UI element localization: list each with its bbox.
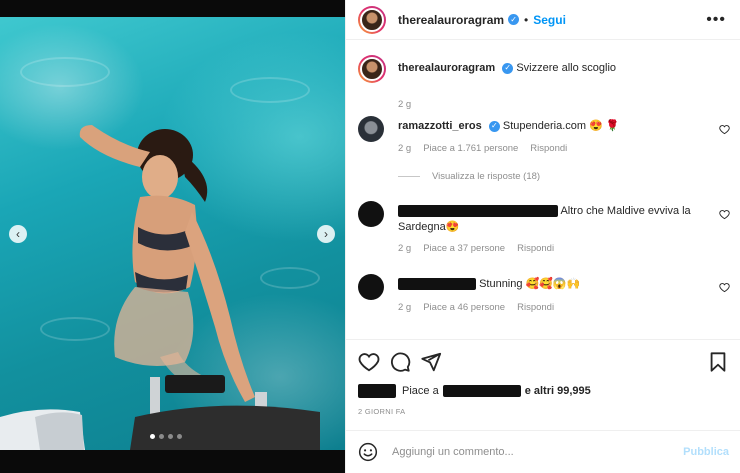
- comment-age: 2 g: [398, 143, 412, 154]
- view-replies-label: Visualizza le risposte (18): [432, 171, 541, 182]
- caption-text-line: therealauroragram ✓ Svizzere allo scogli…: [398, 60, 698, 76]
- comment-meta: 2 g Piace a 46 persone Rispondi: [398, 302, 554, 313]
- redacted-username: [398, 205, 558, 218]
- carousel-next-button[interactable]: ›: [317, 225, 335, 243]
- carousel-dot: [159, 434, 164, 439]
- comment-like-heart-icon[interactable]: [719, 209, 730, 220]
- author-avatar[interactable]: [358, 5, 386, 34]
- redacted-username: [398, 278, 476, 291]
- comment-text-line: ramazzotti_eros ✓ Stupenderia.com 😍 🌹: [398, 118, 698, 134]
- carousel-dot: [177, 434, 182, 439]
- comment-item: Altro che Maldive evviva la Sardegna😍 2 …: [358, 201, 730, 261]
- caption: therealauroragram ✓ Svizzere allo scogli…: [358, 55, 730, 110]
- reply-button[interactable]: Rispondi: [517, 243, 554, 254]
- verified-badge-icon: ✓: [508, 14, 520, 25]
- comment-input[interactable]: [392, 446, 672, 458]
- comment-avatar-redacted[interactable]: [358, 274, 384, 300]
- caption-age: 2 g: [398, 99, 412, 110]
- carousel-dot: [150, 434, 155, 439]
- share-send-icon[interactable]: [420, 351, 442, 373]
- save-bookmark-icon[interactable]: [707, 351, 729, 373]
- more-options-icon[interactable]: •••: [706, 12, 726, 28]
- comment-bubble-icon[interactable]: [389, 351, 411, 373]
- likes-suffix[interactable]: e altri 99,995: [525, 385, 591, 397]
- comment-like-heart-icon[interactable]: [719, 124, 730, 135]
- caption-meta: 2 g: [398, 99, 411, 110]
- view-replies-button[interactable]: Visualizza le risposte (18): [398, 171, 540, 182]
- redacted-liker-name: [442, 385, 521, 397]
- comment-avatar-redacted[interactable]: [358, 201, 384, 227]
- comments-list[interactable]: therealauroragram ✓ Svizzere allo scogli…: [346, 41, 740, 339]
- comment-text-line: Altro che Maldive evviva la Sardegna😍: [398, 203, 698, 235]
- redacted-liker-avatar: [358, 384, 396, 398]
- comment-text-line: Stunning 🥰🥰😱🙌: [398, 276, 698, 292]
- comment-item: Stunning 🥰🥰😱🙌 2 g Piace a 46 persone Ris…: [358, 274, 730, 334]
- comment-text: Stupenderia.com 😍 🌹: [502, 120, 620, 132]
- post-media: ‹ ›: [0, 0, 345, 473]
- comment-age: 2 g: [398, 243, 412, 254]
- carousel-prev-button[interactable]: ‹: [9, 225, 27, 243]
- post-date: 2 GIORNI FA: [358, 407, 406, 416]
- like-heart-icon[interactable]: [358, 351, 380, 373]
- comment-likes-count[interactable]: Piace a 46 persone: [423, 302, 505, 313]
- post-photo: [0, 17, 345, 450]
- verified-badge-icon: ✓: [488, 120, 500, 132]
- comment-age: 2 g: [398, 302, 412, 313]
- likes-summary[interactable]: Piace a e altri 99,995: [358, 384, 591, 398]
- comment-avatar[interactable]: [358, 116, 384, 142]
- carousel-dot: [168, 434, 173, 439]
- carousel-dots: [150, 434, 182, 439]
- post-header: therealauroragram ✓ • Segui •••: [346, 0, 740, 40]
- separator-bullet: •: [524, 12, 529, 27]
- add-comment-bar: Pubblica: [346, 430, 740, 473]
- swimmer-illustration: [0, 125, 320, 450]
- author-username[interactable]: therealauroragram: [398, 13, 504, 27]
- emoji-smiley-icon[interactable]: [358, 442, 378, 462]
- reply-button[interactable]: Rispondi: [530, 143, 567, 154]
- caption-text: Svizzere allo scoglio: [516, 62, 616, 74]
- comment-text: Stunning 🥰🥰😱🙌: [479, 278, 581, 290]
- caption-username[interactable]: therealauroragram: [398, 62, 495, 74]
- replies-divider-line: [398, 176, 420, 177]
- post-panel: therealauroragram ✓ • Segui ••• thereala…: [345, 0, 740, 473]
- comment-meta: 2 g Piace a 1.761 persone Rispondi: [398, 143, 567, 154]
- post-actions-bar: [346, 339, 740, 381]
- comment-likes-count[interactable]: Piace a 1.761 persone: [423, 143, 518, 154]
- reply-button[interactable]: Rispondi: [517, 302, 554, 313]
- comment-like-heart-icon[interactable]: [719, 282, 730, 293]
- comment-item: ramazzotti_eros ✓ Stupenderia.com 😍 🌹 2 …: [358, 116, 730, 176]
- caption-avatar[interactable]: [358, 55, 386, 83]
- comment-username[interactable]: ramazzotti_eros: [398, 120, 482, 132]
- follow-button[interactable]: Segui: [533, 13, 566, 27]
- comment-likes-count[interactable]: Piace a 37 persone: [423, 243, 505, 254]
- likes-prefix: Piace a: [402, 385, 439, 397]
- publish-button[interactable]: Pubblica: [683, 446, 729, 458]
- verified-badge-icon: ✓: [502, 62, 514, 74]
- comment-meta: 2 g Piace a 37 persone Rispondi: [398, 243, 554, 254]
